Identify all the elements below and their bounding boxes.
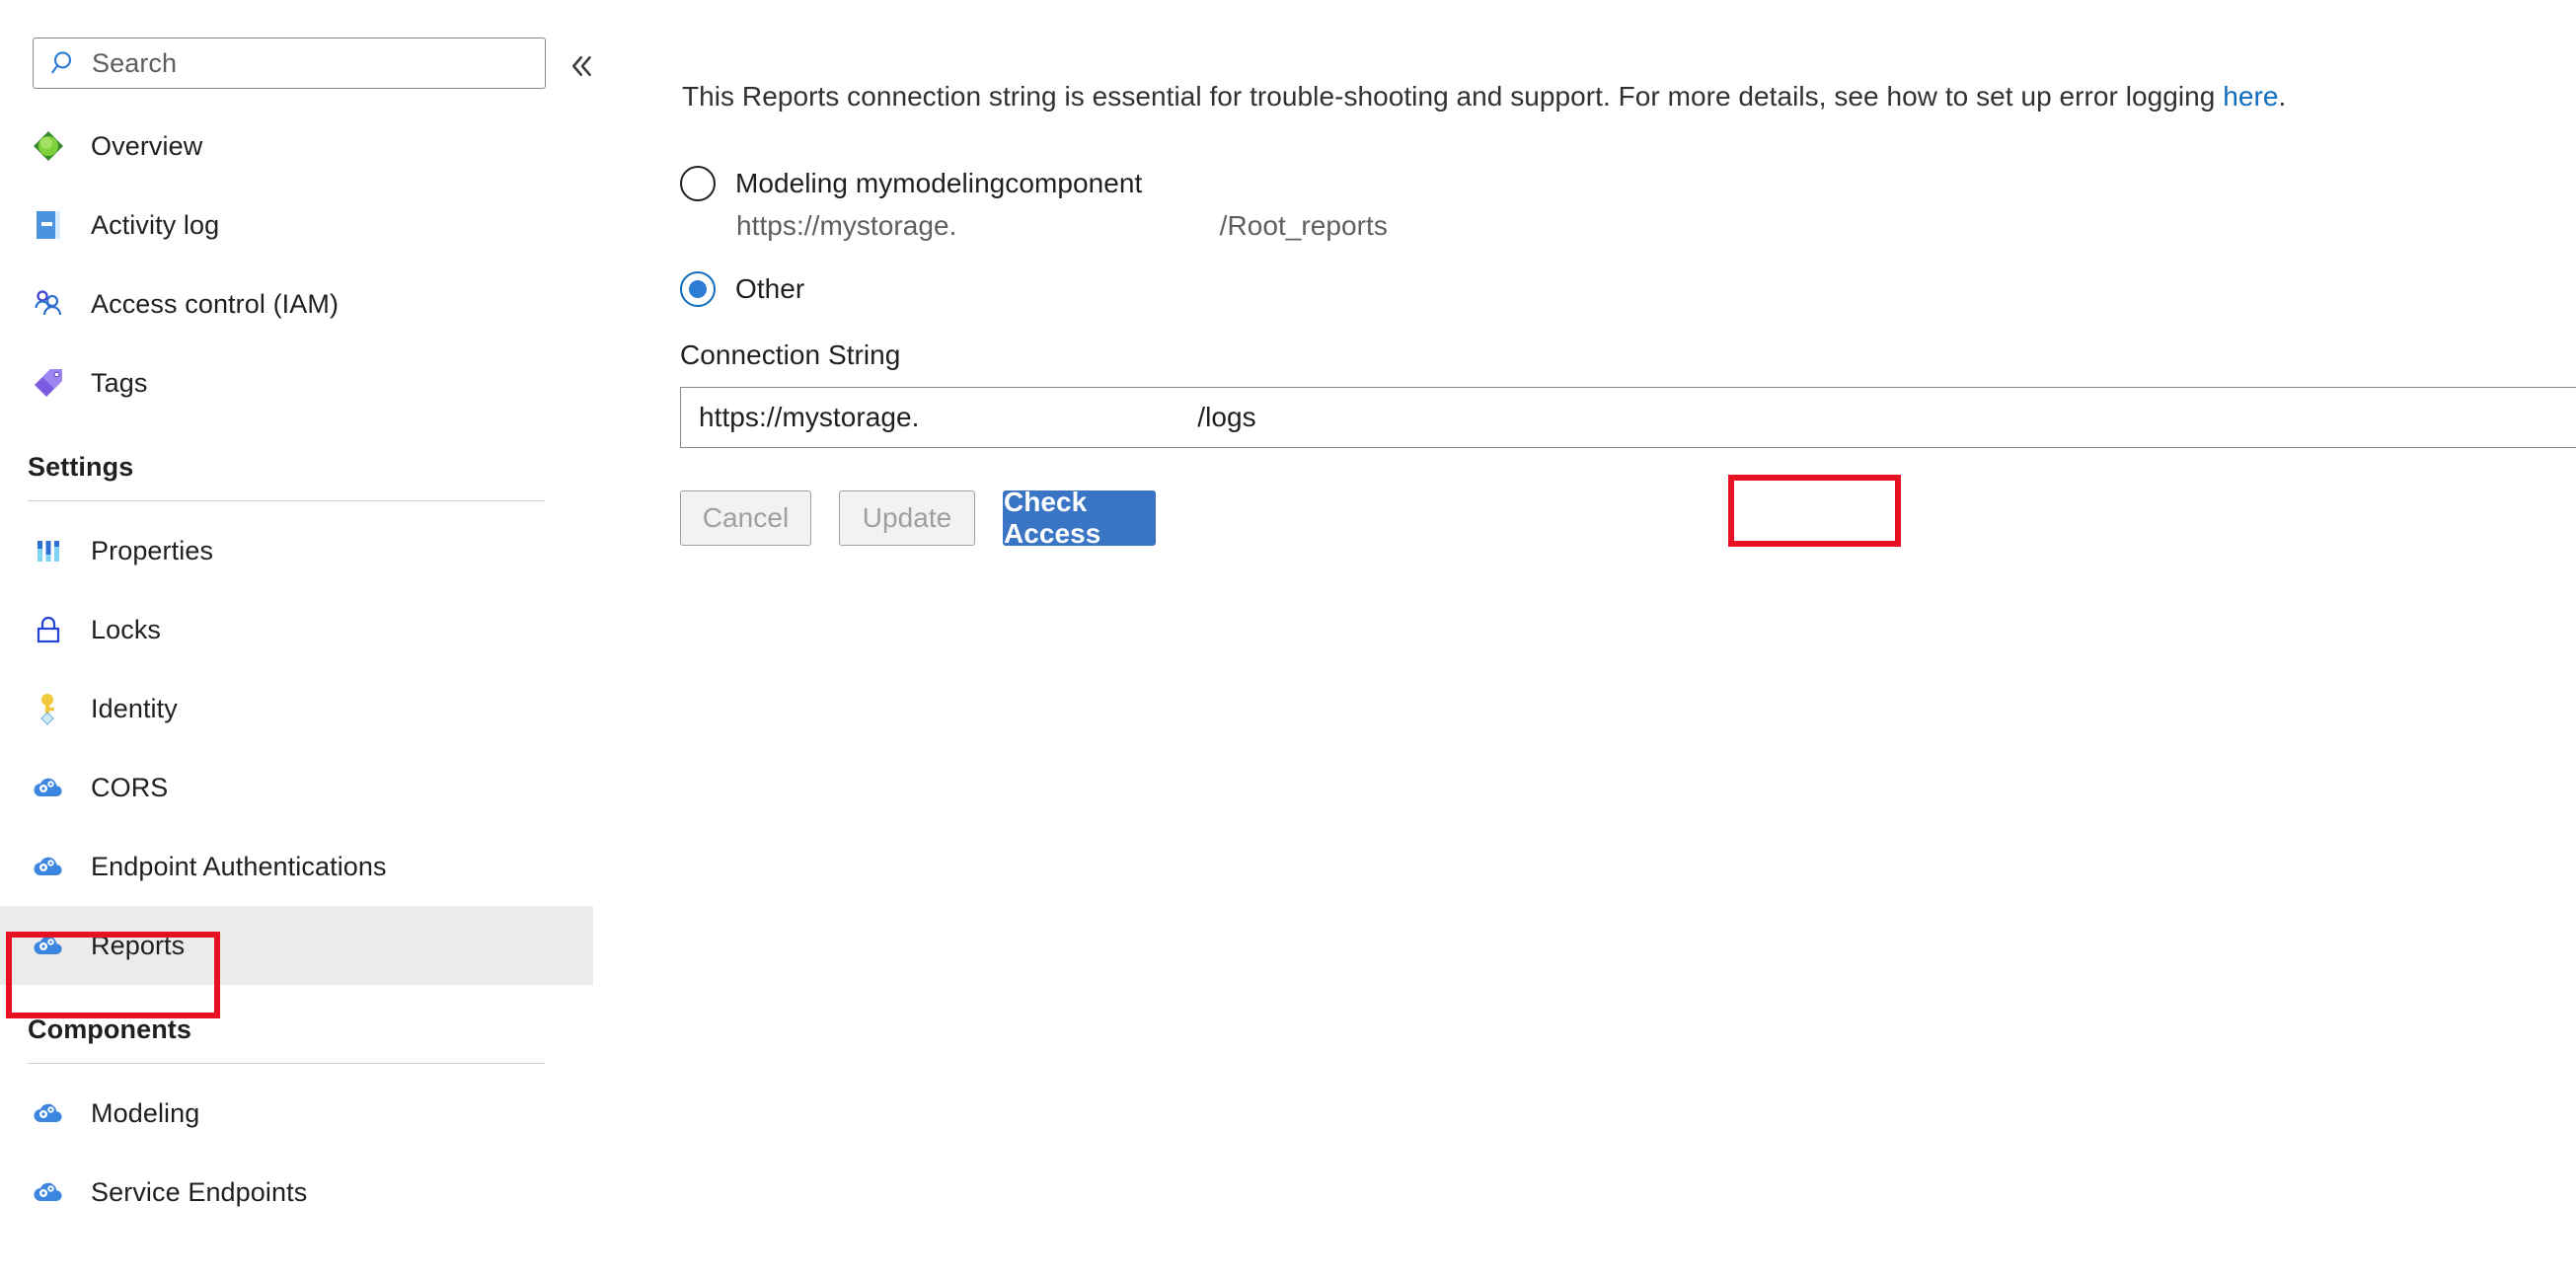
overview-icon	[28, 125, 69, 167]
sidebar-item-tags[interactable]: Tags	[0, 343, 593, 422]
properties-icon	[28, 530, 69, 571]
sidebar-item-reports[interactable]: Reports	[0, 906, 593, 985]
sidebar-item-cors[interactable]: CORS	[0, 748, 593, 827]
sidebar-item-identity[interactable]: Identity	[0, 669, 593, 748]
sidebar-item-access-control[interactable]: Access control (IAM)	[0, 264, 593, 343]
search-placeholder: Search	[92, 47, 178, 78]
check-access-button[interactable]: Check Access	[1003, 487, 1156, 549]
search-icon	[50, 48, 80, 78]
sidebar-item-activity-log[interactable]: Activity log	[0, 186, 593, 264]
sidebar-item-endpoint-authentications[interactable]: Endpoint Authentications	[0, 827, 593, 906]
error-logging-here-link[interactable]: here	[2223, 81, 2278, 112]
radio-option-other[interactable]: Other	[680, 271, 804, 307]
activity-log-icon	[28, 204, 69, 246]
lock-icon	[28, 609, 69, 650]
sidebar-item-modeling[interactable]: Modeling	[0, 1074, 593, 1153]
connection-string-label: Connection String	[680, 339, 901, 370]
sidebar-item-label: Endpoint Authentications	[91, 851, 387, 881]
radio-modeling-label: Modeling mymodelingcomponent	[735, 168, 1143, 198]
app-root: Search Overview Activity log Access cont…	[0, 0, 2576, 1278]
sidebar-item-label: Locks	[91, 614, 162, 644]
sidebar-nav: Overview Activity log Access control (IA…	[0, 107, 593, 1232]
search-input[interactable]: Search	[33, 38, 546, 89]
sidebar-group-title-components: Components	[28, 1015, 191, 1044]
sidebar-item-label: Identity	[91, 693, 178, 723]
key-icon	[28, 688, 69, 729]
sidebar-item-overview[interactable]: Overview	[0, 107, 593, 186]
cloud-gear-icon	[28, 846, 69, 887]
intro-text-after: .	[2278, 81, 2287, 112]
sidebar: Search Overview Activity log Access cont…	[0, 0, 593, 1278]
radio-modeling-circle[interactable]	[680, 166, 716, 201]
sidebar-item-label: CORS	[91, 772, 169, 802]
sidebar-item-label: Service Endpoints	[91, 1176, 308, 1207]
intro-text-before: This Reports connection string is essent…	[682, 81, 2224, 112]
sidebar-item-label: Modeling	[91, 1097, 200, 1128]
sidebar-group-divider	[28, 1063, 545, 1064]
cancel-button[interactable]: Cancel	[680, 490, 811, 546]
intro-text: This Reports connection string is essent…	[682, 81, 2576, 113]
sidebar-group-divider	[28, 500, 545, 501]
radio-other-circle[interactable]	[680, 271, 716, 307]
action-buttons-row: Cancel Update Check Access	[680, 487, 1156, 549]
radio-other-label: Other	[735, 273, 805, 304]
cloud-gear-icon	[28, 767, 69, 808]
check-access-highlight	[1728, 475, 1901, 547]
main-content: This Reports connection string is essent…	[593, 0, 2576, 1278]
sidebar-item-label: Access control (IAM)	[91, 288, 340, 319]
sidebar-item-label: Overview	[91, 130, 203, 161]
sidebar-item-label: Reports	[91, 930, 186, 960]
search-row: Search	[33, 38, 546, 89]
sidebar-group-title-settings: Settings	[28, 452, 134, 482]
sidebar-item-properties[interactable]: Properties	[0, 511, 593, 590]
cloud-gear-icon	[28, 925, 69, 966]
tags-icon	[28, 362, 69, 404]
collapse-sidebar-button[interactable]	[568, 47, 593, 85]
sidebar-item-service-endpoints[interactable]: Service Endpoints	[0, 1153, 593, 1232]
sidebar-item-label: Tags	[91, 367, 148, 398]
connection-string-input[interactable]: https://mystorage. /logs	[680, 387, 2576, 448]
chevron-double-left-icon	[572, 56, 591, 76]
sidebar-item-label: Activity log	[91, 209, 220, 240]
radio-modeling-subtext: https://mystorage. /Root_reports	[736, 210, 1388, 241]
update-button[interactable]: Update	[839, 490, 975, 546]
cloud-gear-icon	[28, 1171, 69, 1213]
cloud-gear-icon	[28, 1092, 69, 1134]
access-control-icon	[28, 283, 69, 325]
sidebar-item-label: Properties	[91, 535, 214, 565]
radio-option-modeling[interactable]: Modeling mymodelingcomponent	[680, 166, 1142, 201]
sidebar-item-locks[interactable]: Locks	[0, 590, 593, 669]
